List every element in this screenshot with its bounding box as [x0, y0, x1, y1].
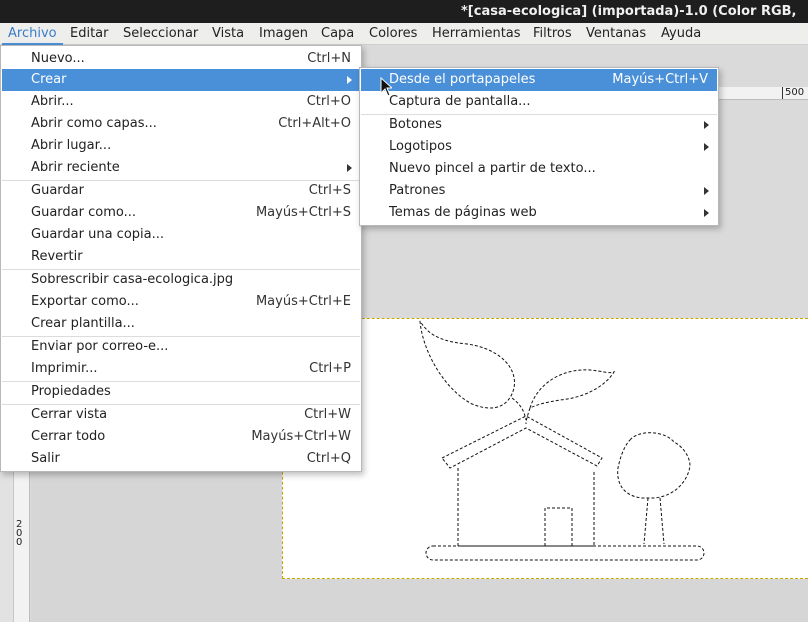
menu-vista[interactable]: Vista	[206, 23, 250, 45]
roof-outline	[441, 415, 603, 469]
menu-item-revertir[interactable]: Revertir	[2, 246, 360, 268]
menu-item-abrir-como-capas[interactable]: Abrir como capas... Ctrl+Alt+O	[2, 113, 360, 135]
submenu-arrow-icon	[347, 164, 352, 172]
menu-item-enviar-correo[interactable]: Enviar por correo-e...	[2, 336, 360, 358]
submenu-arrow-icon	[347, 76, 352, 84]
menu-item-crear[interactable]: Crear	[2, 69, 360, 91]
menu-item-abrir-lugar[interactable]: Abrir lugar...	[2, 135, 360, 157]
menu-item-guardar-copia[interactable]: Guardar una copia...	[2, 224, 360, 246]
submenu-item-temas-web[interactable]: Temas de páginas web	[361, 202, 717, 224]
submenu-arrow-icon	[704, 121, 709, 129]
menu-editar[interactable]: Editar	[64, 23, 115, 45]
menu-item-guardar-como[interactable]: Guardar como... Mayús+Ctrl+S	[2, 202, 360, 224]
tree-trunk-outline	[643, 497, 665, 545]
menu-item-cerrar-vista[interactable]: Cerrar vista Ctrl+W	[2, 404, 360, 426]
house-body-outline	[457, 468, 595, 547]
submenu-item-desde-portapapeles[interactable]: Desde el portapapeles Mayús+Ctrl+V	[361, 69, 717, 91]
submenu-arrow-icon	[704, 209, 709, 217]
menu-ayuda[interactable]: Ayuda	[655, 23, 707, 45]
window-titlebar: *[casa-ecologica] (importada)-1.0 (Color…	[0, 0, 808, 23]
create-submenu: Desde el portapapeles Mayús+Ctrl+V Captur…	[359, 67, 719, 226]
leaf-right-outline	[529, 369, 616, 409]
menu-item-crear-plantilla[interactable]: Crear plantilla...	[2, 313, 360, 335]
submenu-arrow-icon	[704, 187, 709, 195]
leaf-left-outline	[419, 320, 515, 409]
menu-imagen[interactable]: Imagen	[253, 23, 314, 45]
menu-capa[interactable]: Capa	[315, 23, 360, 45]
left-scroll-strip[interactable]	[0, 470, 14, 622]
menu-item-sobrescribir[interactable]: Sobrescribir casa-ecologica.jpg	[2, 269, 360, 291]
submenu-item-captura-pantalla[interactable]: Captura de pantalla...	[361, 91, 717, 113]
tree-crown-outline	[617, 432, 691, 499]
menubar: Archivo Editar Seleccionar Vista Imagen …	[0, 23, 808, 45]
submenu-item-patrones[interactable]: Patrones	[361, 180, 717, 202]
ruler-label-500: 500	[782, 87, 804, 99]
ground-outline	[425, 545, 705, 561]
vertical-ruler[interactable]: 200	[14, 470, 30, 622]
menu-item-imprimir[interactable]: Imprimir... Ctrl+P	[2, 358, 360, 380]
menu-item-propiedades[interactable]: Propiedades	[2, 381, 360, 403]
menu-item-cerrar-todo[interactable]: Cerrar todo Mayús+Ctrl+W	[2, 426, 360, 448]
submenu-item-botones[interactable]: Botones	[361, 114, 717, 136]
submenu-item-logotipos[interactable]: Logotipos	[361, 136, 717, 158]
menu-archivo[interactable]: Archivo	[2, 23, 63, 45]
menu-item-exportar-como[interactable]: Exportar como... Mayús+Ctrl+E	[2, 291, 360, 313]
menu-filtros[interactable]: Filtros	[527, 23, 578, 45]
window-title: *[casa-ecologica] (importada)-1.0 (Color…	[461, 4, 797, 19]
menu-item-abrir[interactable]: Abrir... Ctrl+O	[2, 91, 360, 113]
door-outline	[544, 507, 573, 546]
submenu-arrow-icon	[704, 143, 709, 151]
menu-item-abrir-reciente[interactable]: Abrir reciente	[2, 157, 360, 179]
submenu-item-nuevo-pincel[interactable]: Nuevo pincel a partir de texto...	[361, 158, 717, 180]
menu-seleccionar[interactable]: Seleccionar	[117, 23, 204, 45]
file-menu: Nuevo... Ctrl+N Crear Abrir... Ctrl+O Abri…	[0, 45, 362, 472]
ruler-label-200: 200	[16, 519, 23, 548]
menu-item-nuevo[interactable]: Nuevo... Ctrl+N	[2, 48, 360, 70]
menu-ventanas[interactable]: Ventanas	[580, 23, 652, 45]
menu-herramientas[interactable]: Herramientas	[426, 23, 527, 45]
mouse-pointer-icon	[380, 77, 392, 97]
menu-item-guardar[interactable]: Guardar Ctrl+S	[2, 180, 360, 202]
menu-colores[interactable]: Colores	[363, 23, 423, 45]
stem-outline	[511, 397, 531, 425]
menu-item-salir[interactable]: Salir Ctrl+Q	[2, 448, 360, 470]
